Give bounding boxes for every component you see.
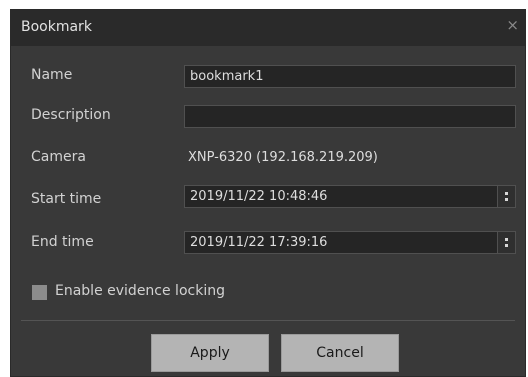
start-time-value[interactable]: 2019/11/22 10:48:46 xyxy=(190,189,327,204)
close-icon[interactable]: × xyxy=(506,17,519,33)
name-label: Name xyxy=(31,67,73,83)
dialog-title: Bookmark xyxy=(21,19,92,35)
description-input[interactable] xyxy=(184,105,516,128)
spin-down-icon[interactable] xyxy=(505,244,508,247)
spin-down-icon[interactable] xyxy=(505,198,508,201)
description-label: Description xyxy=(31,107,111,123)
evidence-lock-checkbox[interactable] xyxy=(32,285,47,300)
dialog-titlebar: Bookmark × xyxy=(11,10,525,46)
end-time-value[interactable]: 2019/11/22 17:39:16 xyxy=(190,235,327,250)
evidence-lock-label[interactable]: Enable evidence locking xyxy=(55,283,225,299)
apply-button[interactable]: Apply xyxy=(151,334,269,372)
start-time-field[interactable]: 2019/11/22 10:48:46 xyxy=(184,185,516,208)
start-time-spinner[interactable] xyxy=(497,185,516,208)
end-time-field[interactable]: 2019/11/22 17:39:16 xyxy=(184,231,516,254)
name-input[interactable] xyxy=(184,65,516,88)
end-time-spinner[interactable] xyxy=(497,231,516,254)
bookmark-dialog: Bookmark × Name Description Camera XNP-6… xyxy=(10,9,526,377)
end-time-label: End time xyxy=(31,234,94,250)
start-time-label: Start time xyxy=(31,191,102,207)
footer-divider xyxy=(21,320,515,321)
camera-label: Camera xyxy=(31,149,86,165)
spin-up-icon[interactable] xyxy=(505,192,508,195)
camera-value: XNP-6320 (192.168.219.209) xyxy=(188,150,378,165)
spin-up-icon[interactable] xyxy=(505,238,508,241)
cancel-button[interactable]: Cancel xyxy=(281,334,399,372)
